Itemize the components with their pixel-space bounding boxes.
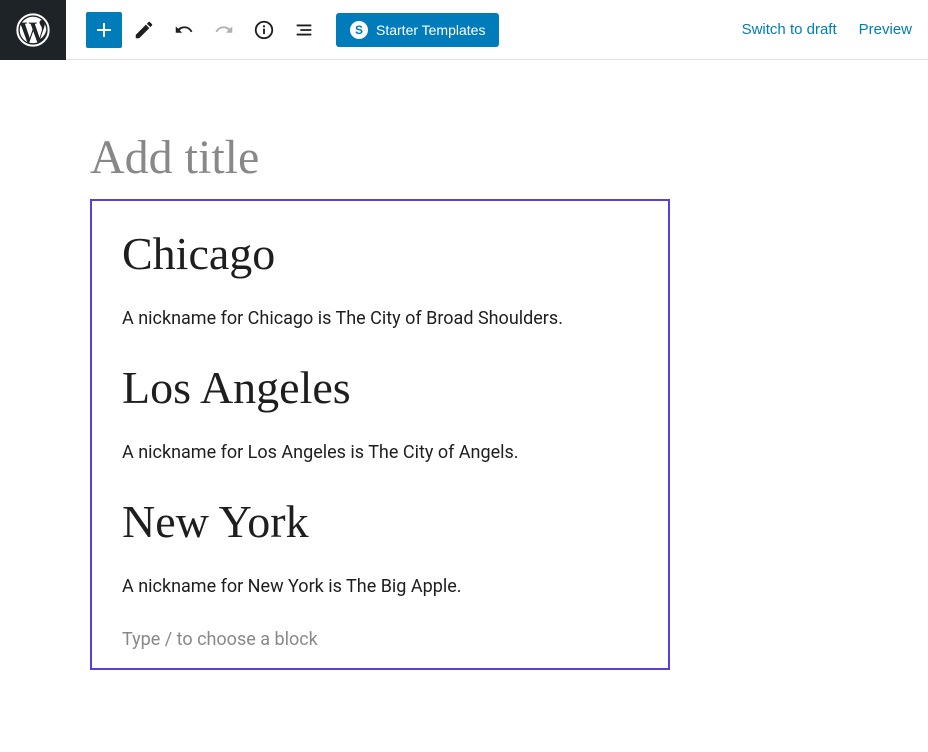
post-title-input[interactable]	[90, 130, 660, 185]
edit-tools-button[interactable]	[126, 12, 162, 48]
heading-block[interactable]: Los Angeles	[122, 361, 638, 414]
paragraph-block[interactable]: A nickname for Los Angeles is The City o…	[122, 442, 638, 463]
info-button[interactable]	[246, 12, 282, 48]
paragraph-block[interactable]: A nickname for New York is The Big Apple…	[122, 576, 638, 597]
switch-to-draft-button[interactable]: Switch to draft	[742, 21, 837, 38]
pencil-icon	[133, 19, 155, 41]
redo-button[interactable]	[206, 12, 242, 48]
preview-button[interactable]: Preview	[859, 21, 912, 38]
outline-button[interactable]	[286, 12, 322, 48]
block-appender-input[interactable]	[122, 629, 638, 650]
info-icon	[253, 19, 275, 41]
add-block-button[interactable]	[86, 12, 122, 48]
topbar-right-group: Switch to draft Preview	[742, 21, 912, 38]
undo-button[interactable]	[166, 12, 202, 48]
heading-block[interactable]: Chicago	[122, 227, 638, 280]
starter-templates-icon: S	[350, 21, 368, 39]
wordpress-icon	[16, 13, 50, 47]
undo-icon	[173, 19, 195, 41]
list-view-icon	[293, 19, 315, 41]
heading-block[interactable]: New York	[122, 495, 638, 548]
redo-icon	[213, 19, 235, 41]
editor-area: Chicago A nickname for Chicago is The Ci…	[0, 60, 928, 670]
paragraph-block[interactable]: A nickname for Chicago is The City of Br…	[122, 308, 638, 329]
editor-topbar: S Starter Templates Switch to draft Prev…	[0, 0, 928, 60]
starter-templates-button[interactable]: S Starter Templates	[336, 13, 499, 47]
wordpress-logo[interactable]	[0, 0, 66, 60]
toolbar-left-group: S Starter Templates	[86, 12, 499, 48]
plus-icon	[92, 18, 116, 42]
starter-templates-label: Starter Templates	[376, 22, 485, 38]
selected-content-block[interactable]: Chicago A nickname for Chicago is The Ci…	[90, 199, 670, 670]
